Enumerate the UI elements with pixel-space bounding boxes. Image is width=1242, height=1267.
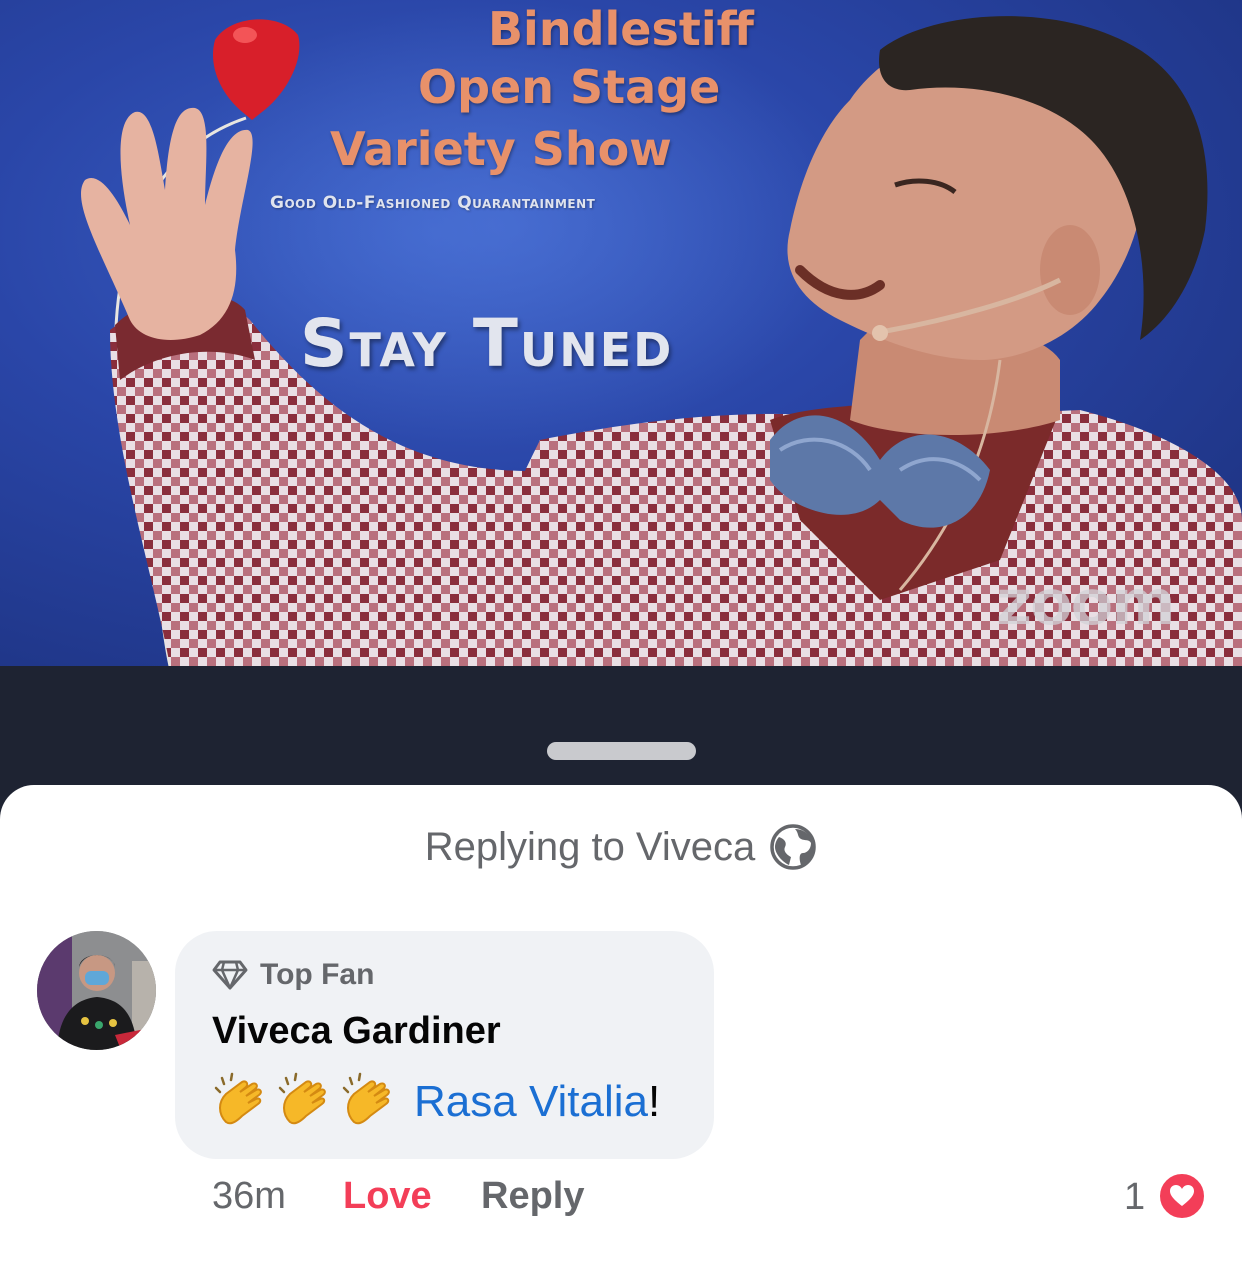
show-title-line-1: Bindlestiff	[488, 2, 754, 56]
reply-button[interactable]: Reply	[481, 1175, 584, 1218]
clapping-emoji	[212, 1072, 404, 1132]
zoom-watermark: zoom	[996, 566, 1176, 639]
show-tagline: Good Old-Fashioned Quarantainment	[270, 193, 596, 213]
stay-tuned-text: Stay Tuned	[300, 305, 674, 382]
clap-icon	[278, 1072, 326, 1125]
replying-to-header: Replying to Viveca	[0, 822, 1242, 872]
top-fan-label: Top Fan	[260, 958, 375, 991]
live-video[interactable]: Bindlestiff Open Stage Variety Show Good…	[0, 0, 1242, 666]
sheet-drag-handle[interactable]	[547, 742, 696, 760]
comment-timestamp[interactable]: 36m	[212, 1175, 286, 1218]
video-footer-strip	[0, 666, 1242, 796]
reaction-count[interactable]: 1	[1124, 1176, 1145, 1219]
love-reaction-button[interactable]: Love	[343, 1175, 432, 1218]
globe-icon	[769, 823, 817, 871]
clap-icon	[342, 1072, 390, 1125]
avatar-photo	[37, 931, 156, 1050]
show-title-line-2: Open Stage	[418, 60, 721, 114]
replying-to-label: Replying to Viveca	[424, 824, 756, 869]
avatar[interactable]	[37, 931, 156, 1050]
clap-icon	[214, 1072, 262, 1125]
comment-text: Rasa Vitalia!	[212, 1072, 660, 1132]
show-title-line-3: Variety Show	[330, 122, 672, 176]
comment-trailing-text: !	[648, 1077, 661, 1126]
diamond-icon	[212, 959, 248, 991]
heart-icon[interactable]	[1157, 1171, 1207, 1221]
mention-link[interactable]: Rasa Vitalia	[414, 1077, 648, 1127]
comment-author-name[interactable]: Viveca Gardiner	[212, 1010, 501, 1053]
top-fan-badge: Top Fan	[212, 958, 374, 992]
